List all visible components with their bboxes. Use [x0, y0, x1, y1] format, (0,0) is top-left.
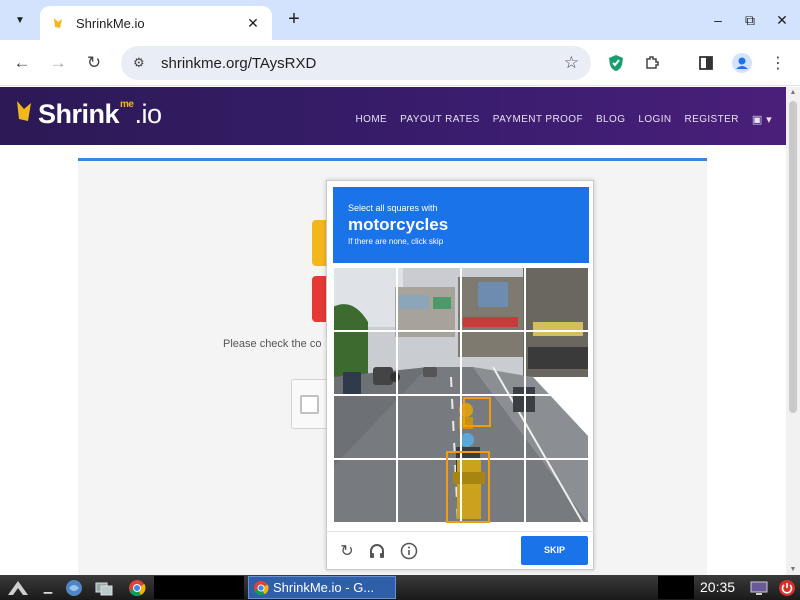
- skip-button[interactable]: SKIP: [521, 536, 588, 565]
- captcha-footer: ↻ SKIP: [327, 531, 595, 571]
- captcha-challenge: Select all squares with motorcycles If t…: [326, 180, 595, 571]
- nav-home[interactable]: HOME: [356, 114, 388, 125]
- page-scrollbar[interactable]: ▲ ▼: [786, 87, 800, 575]
- os-taskbar: ▁ ShrinkMe.io - G... 20:35: [0, 575, 800, 600]
- captcha-tile[interactable]: [397, 331, 461, 395]
- captcha-tile[interactable]: [333, 459, 397, 523]
- menu-kebab-icon[interactable]: ⋮: [766, 51, 790, 75]
- monitor-tray-icon[interactable]: [748, 577, 770, 598]
- scroll-up-icon[interactable]: ▲: [786, 89, 800, 96]
- captcha-tile[interactable]: [525, 459, 589, 523]
- captcha-tile[interactable]: [525, 395, 589, 459]
- tab-search-chevron-icon[interactable]: ▼: [8, 8, 32, 32]
- power-icon[interactable]: [776, 577, 798, 598]
- site-header: Shrink me .io HOME PAYOUT RATES PAYMENT …: [0, 87, 786, 145]
- site-nav: HOME PAYOUT RATES PAYMENT PROOF BLOG LOG…: [356, 113, 772, 126]
- tab-strip: ▼ ShrinkMe.io ✕ + – ⧉ ✕: [0, 0, 800, 40]
- side-panel-icon[interactable]: [694, 51, 718, 75]
- captcha-tile[interactable]: [525, 267, 589, 331]
- nav-payout-rates[interactable]: PAYOUT RATES: [400, 114, 480, 125]
- tab-title: ShrinkMe.io: [76, 15, 145, 31]
- chrome-window-icon: [253, 580, 269, 595]
- taskbar-chrome-window[interactable]: ShrinkMe.io - G...: [248, 576, 396, 599]
- logo-me: me: [120, 99, 134, 110]
- shrinkme-favicon-icon: [50, 15, 66, 31]
- restore-icon[interactable]: ⧉: [738, 8, 762, 32]
- window-close-icon[interactable]: ✕: [770, 8, 794, 32]
- captcha-tile[interactable]: [333, 331, 397, 395]
- logo-hand-icon: [14, 97, 36, 132]
- scrollbar-thumb[interactable]: [789, 101, 797, 413]
- minimize-icon[interactable]: –: [706, 8, 730, 32]
- taskbar-blank-area: [154, 576, 244, 599]
- reload-icon[interactable]: ↻: [82, 51, 106, 75]
- captcha-hint: If there are none, click skip: [348, 237, 444, 246]
- nav-login[interactable]: LOGIN: [638, 114, 671, 125]
- chrome-launcher-icon[interactable]: [124, 577, 150, 598]
- browser-toolbar: ← → ↻ ⚙ shrinkme.org/TAysRXD ☆ ⋮: [0, 40, 800, 86]
- audio-challenge-icon[interactable]: [367, 542, 387, 562]
- scroll-down-icon[interactable]: ▼: [786, 566, 800, 573]
- shield-extension-icon[interactable]: [604, 51, 628, 75]
- taskbar-clock[interactable]: 20:35: [700, 577, 735, 598]
- nav-blog[interactable]: BLOG: [596, 114, 625, 125]
- site-settings-icon[interactable]: ⚙: [133, 55, 151, 71]
- captcha-image-grid: [333, 267, 589, 523]
- browser-tab[interactable]: ShrinkMe.io ✕: [40, 6, 272, 40]
- language-icon[interactable]: ▣ ▾: [752, 113, 772, 126]
- logo-io: .io: [134, 99, 162, 129]
- forward-arrow-icon[interactable]: →: [46, 51, 70, 75]
- captcha-instruction: Select all squares with: [348, 203, 438, 213]
- selection-highlight: [463, 397, 491, 427]
- recaptcha-checkbox[interactable]: [300, 395, 319, 414]
- taskbar-window-title: ShrinkMe.io - G...: [273, 580, 375, 595]
- captcha-tile[interactable]: [397, 395, 461, 459]
- captcha-tile[interactable]: [333, 395, 397, 459]
- nav-payment-proof[interactable]: PAYMENT PROOF: [493, 114, 583, 125]
- url-text[interactable]: shrinkme.org/TAysRXD: [161, 55, 564, 72]
- captcha-tile[interactable]: [525, 331, 589, 395]
- captcha-tile[interactable]: [397, 267, 461, 331]
- nav-register[interactable]: REGISTER: [685, 114, 739, 125]
- new-tab-icon[interactable]: +: [282, 8, 306, 32]
- start-menu-icon[interactable]: [4, 577, 32, 598]
- logo-text: Shrink: [38, 99, 120, 129]
- info-icon[interactable]: [399, 542, 419, 562]
- captcha-tile[interactable]: [333, 267, 397, 331]
- site-logo[interactable]: Shrink me .io: [14, 97, 162, 132]
- address-bar[interactable]: ⚙ shrinkme.org/TAysRXD ☆: [121, 46, 591, 80]
- windows-icon[interactable]: [92, 577, 116, 598]
- recaptcha-checkbox-widget: [291, 379, 327, 429]
- reload-challenge-icon[interactable]: ↻: [337, 542, 357, 562]
- back-arrow-icon[interactable]: ←: [10, 51, 34, 75]
- captcha-tile[interactable]: [461, 267, 525, 331]
- tab-close-icon[interactable]: ✕: [244, 15, 262, 32]
- captcha-tile[interactable]: [461, 331, 525, 395]
- captcha-header: Select all squares with motorcycles If t…: [333, 187, 589, 263]
- captcha-target: motorcycles: [348, 215, 449, 234]
- please-check-text: Please check the co: [223, 338, 322, 350]
- show-desktop-icon[interactable]: ▁: [38, 577, 58, 598]
- file-manager-icon[interactable]: [62, 577, 86, 598]
- extensions-puzzle-icon[interactable]: [640, 51, 664, 75]
- tray-blank-area: [658, 576, 694, 599]
- bookmark-star-icon[interactable]: ☆: [564, 53, 579, 73]
- selection-highlight: [446, 451, 490, 523]
- profile-avatar-icon[interactable]: [730, 51, 754, 75]
